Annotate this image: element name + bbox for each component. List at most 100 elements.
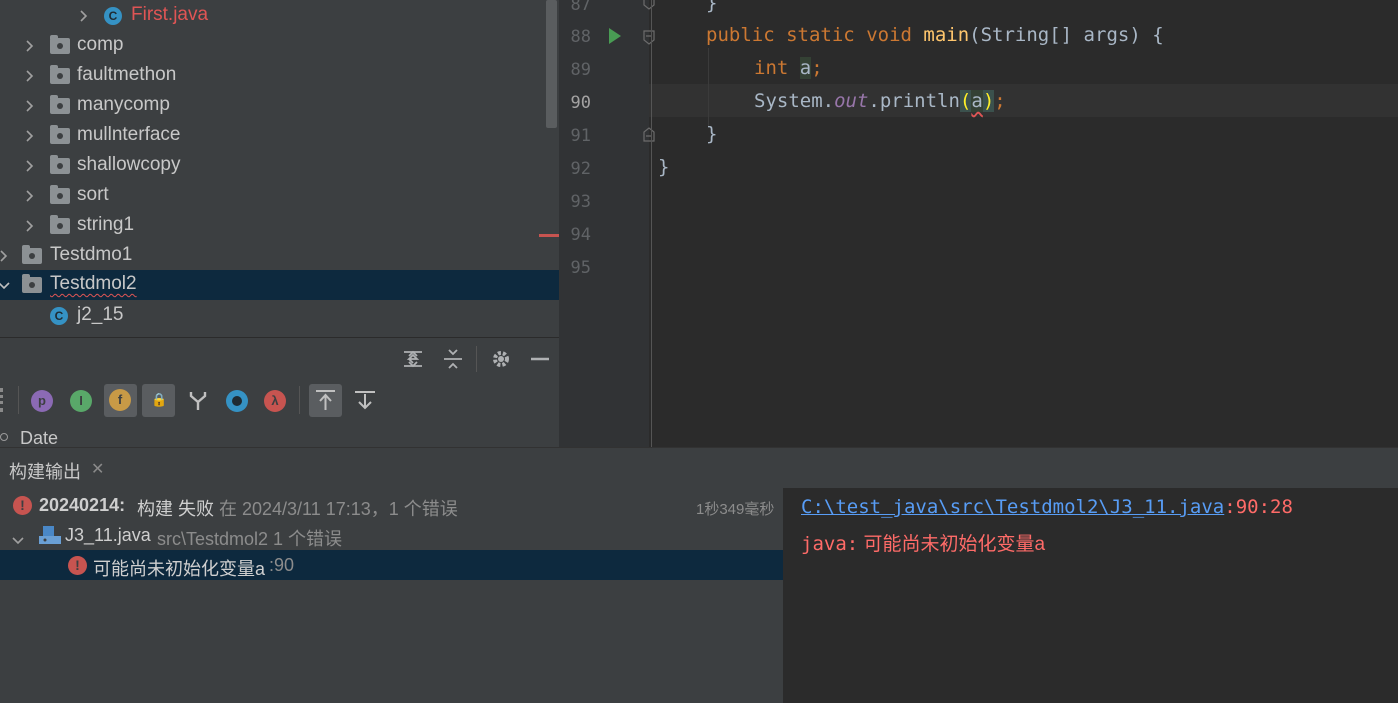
tree-item-label: j2_15 xyxy=(77,304,124,325)
variable-token: a xyxy=(799,57,812,79)
tree-item-testdmol2[interactable]: Testdmol2 xyxy=(0,270,559,300)
lock-icon: 🔒 xyxy=(151,392,168,407)
chevron-down-icon[interactable] xyxy=(0,270,11,300)
show-properties-icon[interactable]: p xyxy=(31,390,53,412)
anonymous-class-icon[interactable] xyxy=(226,390,248,412)
autoscroll-to-source-toggle[interactable] xyxy=(309,384,342,417)
expand-all-icon[interactable] xyxy=(398,344,428,374)
code-line-89: int a; xyxy=(754,57,823,79)
package-folder-icon xyxy=(50,125,70,144)
console-file-link[interactable]: C:\test_java\src\Testdmol2\J3_11.java xyxy=(801,496,1224,518)
tree-item-label: First.java xyxy=(131,4,209,25)
chevron-right-icon[interactable] xyxy=(22,61,38,91)
method-name-token: main xyxy=(923,24,970,46)
editor-divider-line xyxy=(651,0,652,447)
tab-build-output[interactable]: 构建输出 xyxy=(9,458,81,484)
code-line-90: System.out.println(a); xyxy=(754,90,1006,112)
structure-item-label: Date xyxy=(20,428,59,448)
package-folder-icon xyxy=(22,245,42,264)
lambda-icon[interactable]: λ xyxy=(264,390,286,412)
console-location-line: C:\test_java\src\Testdmol2\J3_11.java:90… xyxy=(801,496,1293,518)
chevron-right-icon[interactable] xyxy=(22,211,38,241)
chevron-right-icon[interactable] xyxy=(22,31,38,61)
package-folder-icon xyxy=(50,35,70,54)
tree-item-manycomp[interactable]: manycomp xyxy=(0,91,559,121)
tree-item-label: string1 xyxy=(77,214,135,235)
run-play-icon[interactable] xyxy=(607,27,623,45)
build-error-row[interactable]: ! 可能尚未初始化变量a :90 xyxy=(0,550,783,580)
error-message: 可能尚未初始化变量a xyxy=(93,559,266,579)
semicolon-token: ; xyxy=(811,57,823,79)
chevron-right-icon[interactable] xyxy=(22,181,38,211)
tree-item-sort[interactable]: sort xyxy=(0,181,559,211)
line-number: 90 xyxy=(570,93,591,113)
line-number: 92 xyxy=(570,159,591,179)
toolbar-grip xyxy=(0,388,7,412)
chevron-down-icon[interactable] xyxy=(12,530,24,551)
package-folder-icon xyxy=(22,274,42,293)
build-id: 20240214: xyxy=(39,495,126,515)
tree-item-comp[interactable]: comp xyxy=(0,31,559,61)
build-file-row[interactable]: J3_11.java src\Testdmol2 1 个错误 xyxy=(0,520,783,550)
error-icon: ! xyxy=(13,496,32,515)
build-summary-row[interactable]: ! 20240214: 构建 失败 在 2024/3/11 17:13，1 个错… xyxy=(0,490,783,520)
code-line-91: } xyxy=(706,123,718,145)
dot-icon xyxy=(232,396,242,406)
autoscroll-from-source-icon[interactable] xyxy=(350,386,380,416)
tree-item-shallowcopy[interactable]: shallowcopy xyxy=(0,151,559,181)
code-line-92: } xyxy=(658,156,670,178)
keyword-token: public xyxy=(706,24,775,46)
tree-item-label: Testdmol2 xyxy=(50,273,137,294)
tree-item-j2-15[interactable]: C j2_15 xyxy=(0,301,559,331)
show-inherited-icon[interactable]: I xyxy=(70,390,92,412)
line-number: 87 xyxy=(570,0,591,15)
gear-icon[interactable] xyxy=(486,344,516,374)
tree-item-faultmethon[interactable]: faultmethon xyxy=(0,61,559,91)
chevron-right-icon[interactable] xyxy=(0,241,12,271)
error-stripe-marker[interactable] xyxy=(539,234,559,237)
tree-item-testdmo1[interactable]: Testdmo1 xyxy=(0,241,559,271)
build-file-name: J3_11.java xyxy=(65,525,151,545)
toolbar-divider xyxy=(299,386,300,414)
tree-item-first-java[interactable]: C First.java xyxy=(0,1,559,31)
chevron-right-icon[interactable] xyxy=(22,121,38,151)
fold-marker-icon[interactable] xyxy=(643,29,655,45)
tree-scrollbar[interactable] xyxy=(546,0,557,128)
console-error-message: 可能尚未初始化变量a xyxy=(863,534,1046,555)
show-fields-toggle[interactable]: f xyxy=(104,384,137,417)
minimize-icon[interactable] xyxy=(525,344,555,374)
build-detail: 在 2024/3/11 17:13，1 个错误 xyxy=(219,499,458,519)
structure-panel: p I f 🔒 λ Date xyxy=(0,337,559,448)
code-editor[interactable]: 87 88 89 90 91 92 93 94 95 } public stat… xyxy=(559,0,1398,447)
build-status: 构建 失败 xyxy=(137,499,215,519)
line-number: 93 xyxy=(570,192,591,212)
package-folder-icon xyxy=(50,215,70,234)
fold-marker-icon[interactable] xyxy=(643,0,655,10)
tree-item-string1[interactable]: string1 xyxy=(0,211,559,241)
chevron-right-icon[interactable] xyxy=(22,151,38,181)
tree-item-label: faultmethon xyxy=(77,64,177,85)
chevron-right-icon[interactable] xyxy=(76,1,92,31)
project-tree: C First.java comp faultmethon manycomp m… xyxy=(0,0,559,337)
collapse-all-icon[interactable] xyxy=(438,344,468,374)
close-icon[interactable]: ✕ xyxy=(91,459,104,479)
tree-item-mullnterface[interactable]: mullnterface xyxy=(0,121,559,151)
indent-guide xyxy=(708,48,709,128)
tree-item-label: comp xyxy=(77,34,124,55)
show-lambdas-branch-icon[interactable] xyxy=(183,386,213,416)
code-line-87: } xyxy=(706,0,718,14)
structure-item-date[interactable]: Date xyxy=(0,426,559,448)
tree-item-label: mullnterface xyxy=(77,124,181,145)
error-line: :90 xyxy=(269,555,295,575)
build-console: C:\test_java\src\Testdmol2\J3_11.java:90… xyxy=(783,488,1398,703)
paren-token: ( xyxy=(959,90,972,112)
keyword-token: void xyxy=(866,24,912,46)
keyword-token: static xyxy=(786,24,855,46)
show-non-public-toggle[interactable]: 🔒 xyxy=(142,384,175,417)
fold-marker-icon[interactable] xyxy=(643,126,655,142)
chevron-right-icon[interactable] xyxy=(22,91,38,121)
circle-icon xyxy=(0,433,8,441)
error-variable-token: a xyxy=(971,90,983,112)
field-icon: f xyxy=(109,389,131,411)
package-folder-icon xyxy=(50,185,70,204)
